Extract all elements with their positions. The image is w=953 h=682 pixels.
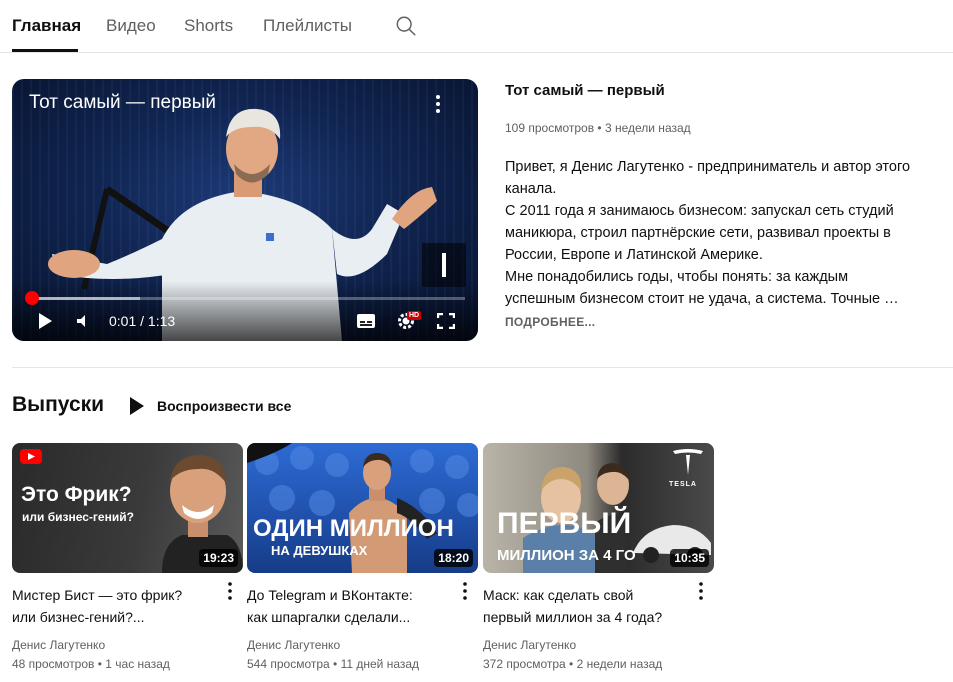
video-card[interactable]: TESLA ПЕРВЫЙ МИЛЛИОН ЗА 4 ГО 10:35 Маск:… <box>483 443 714 682</box>
thumbnail-headline: ОДИН МИЛЛИОН <box>253 515 454 542</box>
featured-video-title[interactable]: Тот самый — первый <box>505 82 665 99</box>
read-more-link[interactable]: ПОДРОБНЕЕ... <box>505 315 595 329</box>
video-meta: 544 просмотра • 11 дней назад <box>247 657 420 671</box>
featured-video-player[interactable]: Тот самый — первый 0:01 / 1:13 HD <box>12 79 478 341</box>
video-title[interactable]: До Telegram и ВКонтакте: как шпаргалки с… <box>247 584 452 628</box>
thumbnail-headline: ПЕРВЫЙ <box>497 507 632 540</box>
video-title-line: Мистер Бист — это фрик? <box>12 587 183 603</box>
video-thumbnail[interactable]: ОДИН МИЛЛИОН НА ДЕВУШКАХ 18:20 <box>247 443 478 573</box>
section-divider <box>12 367 953 368</box>
play-icon <box>130 397 144 415</box>
video-thumbnail[interactable]: Это Фрик? или бизнес-гений? 19:23 <box>12 443 243 573</box>
video-title[interactable]: Мистер Бист — это фрик? или бизнес-гений… <box>12 584 217 628</box>
video-title-line: или бизнес-гений?... <box>12 609 145 625</box>
progress-buffer <box>32 297 141 300</box>
video-meta: 372 просмотра • 2 недели назад <box>483 657 663 671</box>
progress-scrubber[interactable] <box>25 291 39 305</box>
hd-badge: HD <box>407 311 422 320</box>
play-icon[interactable] <box>37 312 53 330</box>
duration-badge: 10:35 <box>670 549 709 567</box>
progress-bar[interactable] <box>32 297 465 300</box>
more-vert-icon[interactable] <box>222 581 238 601</box>
video-thumbnail[interactable]: TESLA ПЕРВЫЙ МИЛЛИОН ЗА 4 ГО 10:35 <box>483 443 714 573</box>
more-vert-icon[interactable] <box>457 581 473 601</box>
fullscreen-icon[interactable] <box>437 313 455 329</box>
more-vert-icon[interactable] <box>693 581 709 601</box>
channel-name[interactable]: Денис Лагутенко <box>247 638 340 652</box>
channel-name[interactable]: Денис Лагутенко <box>12 638 105 652</box>
duration-badge: 18:20 <box>434 549 473 567</box>
subtitles-icon[interactable] <box>356 313 376 329</box>
thumbnail-headline: Это Фрик? <box>21 483 132 506</box>
duration-badge: 19:23 <box>199 549 238 567</box>
description-line: успешным бизнесом стоит не удача, а сист… <box>505 291 899 307</box>
thumbnail-brand-text: TESLA <box>669 481 697 488</box>
time-display: 0:01 / 1:13 <box>109 313 176 329</box>
more-vert-icon[interactable] <box>430 93 446 115</box>
description-line: Мне понадобились годы, чтобы понять: за … <box>505 269 849 285</box>
volume-icon[interactable] <box>75 313 91 329</box>
video-title-line: первый миллион за 4 года? <box>483 609 663 625</box>
thumbnail-subline: НА ДЕВУШКАХ <box>271 543 368 558</box>
video-title-line: До Telegram и ВКонтакте: <box>247 587 413 603</box>
tab-home[interactable]: Главная <box>12 16 81 36</box>
description-line: России, Европе и Латинской Америке. <box>505 247 763 263</box>
player-title: Тот самый — первый <box>29 92 216 113</box>
description-line: С 2011 года я занимаюсь бизнесом: запуск… <box>505 203 894 219</box>
search-icon[interactable] <box>395 15 417 37</box>
featured-video-meta: 109 просмотров • 3 недели назад <box>505 121 691 135</box>
thumbnail-subline: МИЛЛИОН ЗА 4 ГО <box>497 547 636 564</box>
video-card[interactable]: ОДИН МИЛЛИОН НА ДЕВУШКАХ 18:20 До Telegr… <box>247 443 478 682</box>
tesla-logo-icon <box>673 449 703 475</box>
video-title[interactable]: Маск: как сделать свой первый миллион за… <box>483 584 688 628</box>
tab-playlists[interactable]: Плейлисты <box>263 16 352 36</box>
channel-tabs: Главная Видео Shorts Плейлисты <box>0 0 953 53</box>
description-line: маникюра, строил партнёрские сети, разви… <box>505 225 891 241</box>
tab-shorts[interactable]: Shorts <box>184 16 233 36</box>
video-card[interactable]: Это Фрик? или бизнес-гений? 19:23 Мистер… <box>12 443 243 682</box>
tab-videos[interactable]: Видео <box>106 16 156 36</box>
featured-description: Привет, я Денис Лагутенко - предпринимат… <box>505 156 950 310</box>
description-line: канала. <box>505 181 557 197</box>
description-line: Привет, я Денис Лагутенко - предпринимат… <box>505 159 911 175</box>
thumbnail-subline: или бизнес-гений? <box>22 510 134 524</box>
active-tab-indicator <box>12 49 78 52</box>
video-title-line: Маск: как сделать свой <box>483 587 634 603</box>
section-title: Выпуски <box>12 393 105 416</box>
play-all-label: Воспроизвести все <box>157 398 292 414</box>
channel-name[interactable]: Денис Лагутенко <box>483 638 576 652</box>
video-meta: 48 просмотров • 1 час назад <box>12 657 170 671</box>
video-title-line: как шпаргалки сделали... <box>247 609 411 625</box>
